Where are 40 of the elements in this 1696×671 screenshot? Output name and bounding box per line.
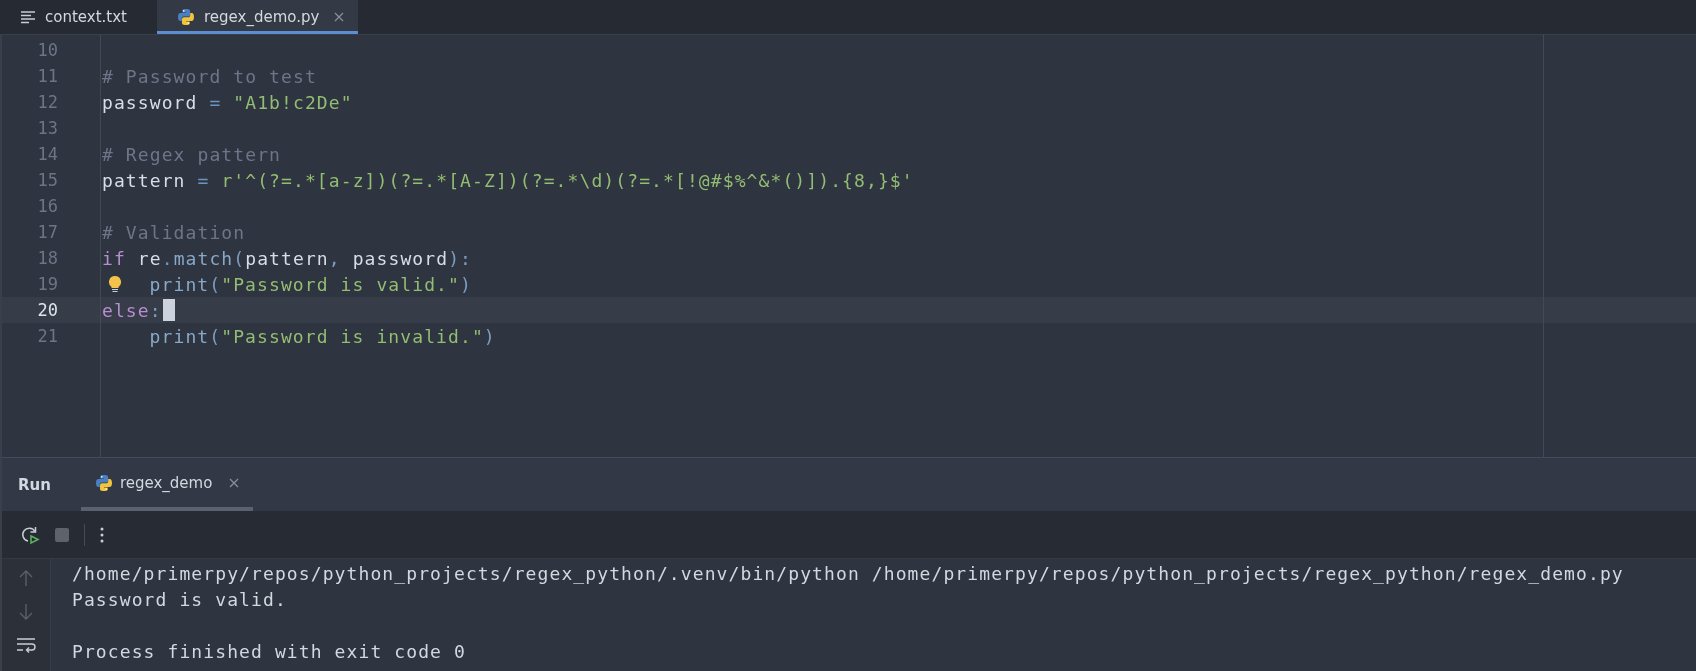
line-number: 17: [36, 222, 58, 242]
code-line: password = "A1b!c2De": [102, 91, 353, 113]
line-number: 18: [36, 248, 58, 268]
editor-tab[interactable]: context.txt: [0, 0, 157, 34]
code-line: else:: [102, 299, 162, 321]
text-file-icon: [20, 10, 36, 24]
code-line: if re.match(pattern, password):: [102, 247, 473, 269]
line-number: 14: [36, 144, 58, 164]
line-number: 13: [36, 118, 58, 138]
text-cursor: [162, 299, 175, 321]
code-line: print("Password is invalid."): [149, 325, 496, 347]
line-number: 16: [36, 196, 58, 216]
code-line: pattern = r'^(?=.*[a-z])(?=.*[A-Z])(?=.*\d)(?=.*[!@#$%^&*()]).{8,}$': [102, 169, 914, 191]
line-number: 10: [36, 40, 58, 60]
lightbulb-icon[interactable]: [108, 275, 122, 293]
line-number: 21: [36, 326, 58, 346]
console-command: /home/primerpy/repos/python_projects/regex_python/.venv/bin/python /home/primerpy/repos/python_projects/regex_python/regex_demo.py: [72, 562, 1624, 586]
up-arrow-icon[interactable]: [19, 569, 33, 587]
line-number: 12: [36, 92, 58, 112]
code-line: # Regex pattern: [102, 143, 282, 165]
down-arrow-icon[interactable]: [19, 603, 33, 621]
more-options-icon[interactable]: [99, 525, 105, 544]
code-line: # Validation: [102, 221, 246, 243]
console-output: Password is valid.: [72, 588, 288, 612]
code-line: print("Password is valid."): [149, 273, 472, 295]
close-icon[interactable]: [229, 477, 240, 488]
python-icon: [177, 8, 195, 26]
console-exit-message: Process finished with exit code 0: [72, 640, 467, 664]
line-number: 19: [36, 274, 58, 294]
soft-wrap-icon[interactable]: [16, 637, 36, 653]
panel-title: Run: [18, 475, 51, 494]
close-icon[interactable]: [334, 12, 345, 22]
stop-icon[interactable]: [54, 526, 70, 543]
line-number: 11: [36, 66, 58, 86]
rerun-icon[interactable]: [20, 524, 40, 545]
line-number: 15: [36, 170, 58, 190]
editor-tab[interactable]: regex_demo.py: [157, 0, 359, 34]
code-line: # Password to test: [102, 65, 317, 87]
python-icon: [94, 473, 113, 492]
line-number: 20: [36, 300, 58, 320]
